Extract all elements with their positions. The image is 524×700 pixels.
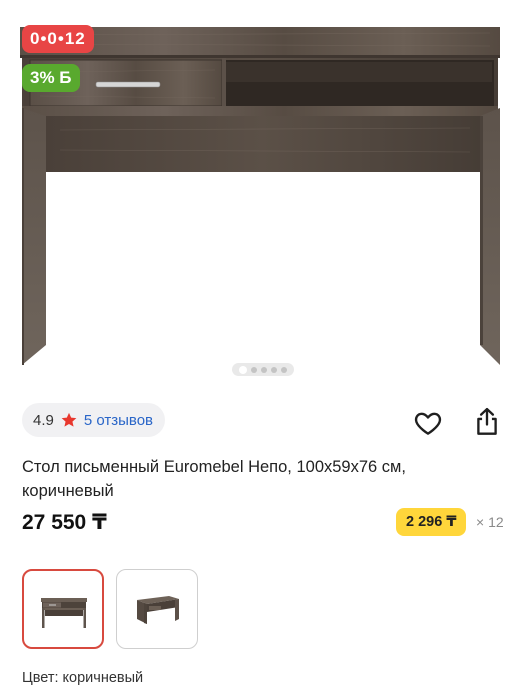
product-image-desk: [20, 27, 500, 365]
color-label: Цвет: коричневый: [22, 670, 144, 686]
rating-pill[interactable]: 4.9 5 отзывов: [22, 403, 166, 437]
carousel-dot[interactable]: [281, 366, 287, 373]
carousel-dot[interactable]: [271, 366, 277, 373]
installment-term: × 12: [476, 514, 504, 530]
thumbnail-desk-angle: [137, 596, 179, 624]
product-image-carousel[interactable]: 0•0•12 3% Б: [0, 0, 524, 385]
carousel-dot[interactable]: [261, 366, 267, 373]
rating-value: 4.9: [33, 411, 54, 429]
bonus-badge: 3% Б: [22, 64, 80, 92]
color-variant-thumbnail-selected[interactable]: [22, 569, 104, 649]
carousel-dot[interactable]: [251, 366, 257, 373]
product-price: 27 550 ₸: [22, 511, 107, 534]
color-variant-thumbnail[interactable]: [116, 569, 198, 649]
monthly-payment-pill[interactable]: 2 296 ₸: [396, 508, 467, 536]
product-title: Стол письменный Euromebel Непо, 100x59x7…: [22, 458, 406, 500]
carousel-pagination[interactable]: [232, 363, 294, 376]
carousel-dot[interactable]: [239, 365, 247, 374]
reviews-link[interactable]: 5 отзывов: [84, 412, 153, 429]
star-icon: [60, 411, 78, 429]
installment-badge: 0•0•12: [22, 25, 94, 53]
thumbnail-desk-front: [41, 598, 87, 628]
share-icon[interactable]: [472, 406, 502, 436]
heart-icon[interactable]: [413, 408, 443, 438]
